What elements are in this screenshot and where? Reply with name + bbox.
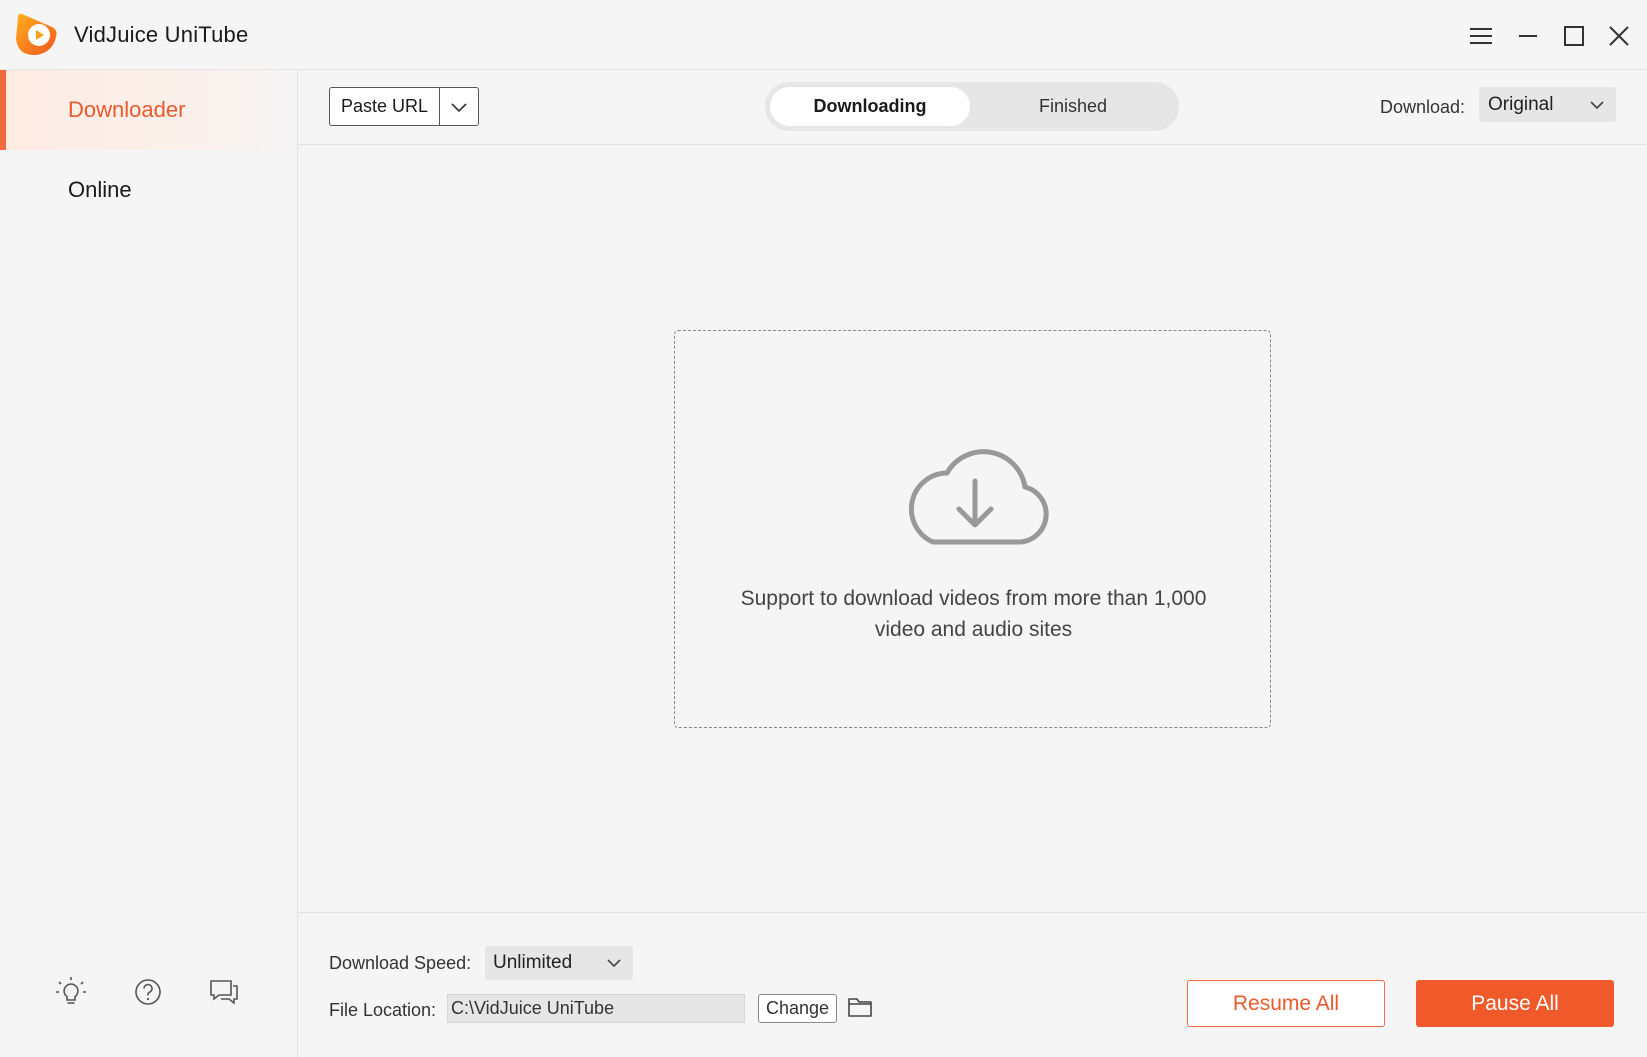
menu-icon[interactable] [1465,20,1497,52]
sidebar: Downloader Online [0,70,298,1057]
tab-finished[interactable]: Finished [973,87,1173,126]
paste-url-button[interactable]: Paste URL [329,87,439,126]
resume-all-button[interactable]: Resume All [1187,980,1385,1027]
sidebar-item-label: Downloader [68,97,186,122]
tab-downloading[interactable]: Downloading [770,87,970,126]
lightbulb-icon[interactable] [54,975,88,1009]
sidebar-item-label: Online [68,177,132,202]
maximize-icon[interactable] [1558,20,1590,52]
download-quality-select[interactable]: Original [1479,87,1616,122]
chevron-down-icon [1590,101,1604,110]
bottom-bar: Download Speed: Unlimited File Location:… [298,912,1647,1057]
file-location-label: File Location: [329,1000,437,1020]
app-title: VidJuice UniTube [74,22,249,47]
download-speed-label: Download Speed: [329,953,472,973]
drop-zone-description: Support to download videos from more tha… [740,587,1207,641]
feedback-icon[interactable] [207,975,241,1009]
file-location-field: C:\VidJuice UniTube [447,994,745,1023]
app-logo-icon [16,13,57,56]
close-icon[interactable] [1603,20,1635,52]
download-speed-value: Unlimited [493,952,573,973]
cloud-download-icon [908,449,1049,545]
chevron-down-icon [451,102,467,112]
change-location-button[interactable]: Change [758,994,837,1023]
help-icon[interactable] [131,975,165,1009]
sidebar-item-downloader[interactable]: Downloader [0,70,296,150]
title-bar: VidJuice UniTube [0,0,1647,70]
tab-group: Downloading Finished [765,82,1179,131]
download-quality-value: Original [1488,93,1554,115]
paste-url-dropdown[interactable] [439,87,479,126]
pause-all-button[interactable]: Pause All [1416,980,1614,1027]
toolbar: Paste URL Downloading Finished Download:… [298,70,1647,145]
url-drop-zone[interactable]: Support to download videos from more tha… [674,330,1271,728]
minimize-icon[interactable] [1512,20,1544,52]
folder-icon[interactable] [847,994,873,1020]
download-speed-select[interactable]: Unlimited [485,946,633,980]
chevron-down-icon [607,959,621,968]
download-quality-label: Download: [1380,97,1466,117]
sidebar-item-online[interactable]: Online [0,150,296,230]
